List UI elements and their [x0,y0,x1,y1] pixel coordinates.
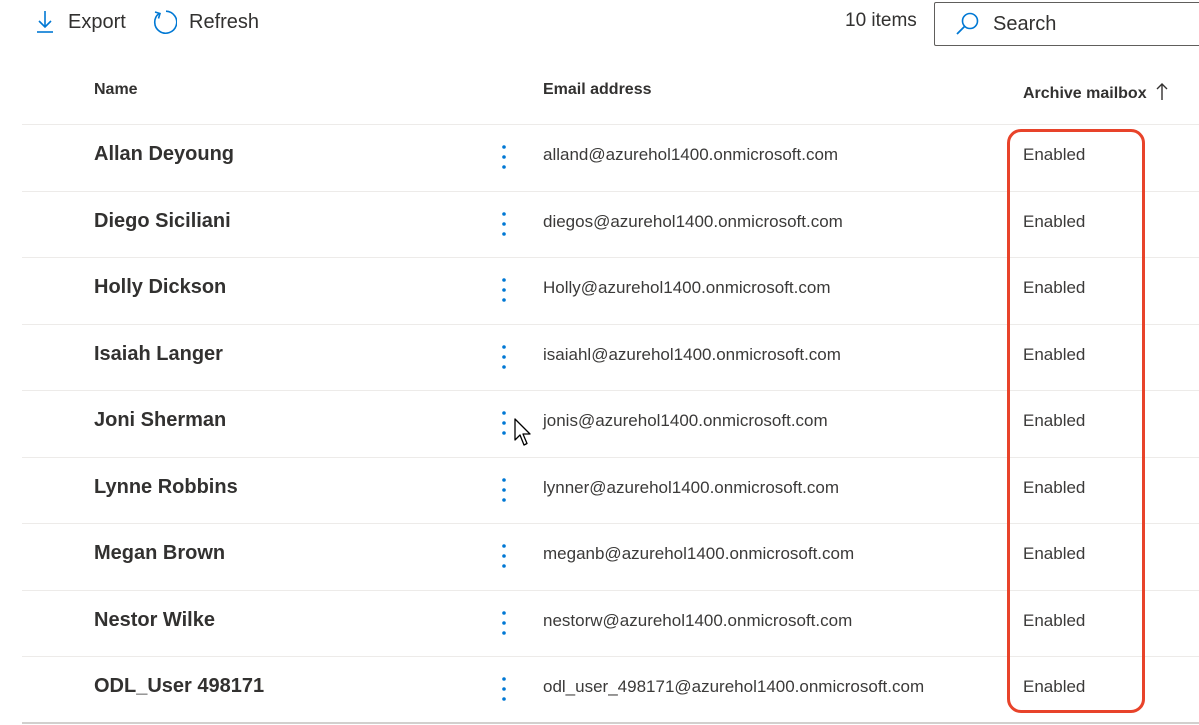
user-name[interactable]: Holly Dickson [94,276,226,299]
archive-status: Enabled [1023,145,1086,164]
search-box[interactable] [934,2,1199,46]
email-address: lynner@azurehol1400.onmicrosoft.com [543,477,840,497]
email-address: nestorw@azurehol1400.onmicrosoft.com [543,610,853,630]
more-vertical-icon [501,477,507,503]
column-header-archive[interactable]: Archive mailbox [1023,81,1169,106]
table-header: Name Email address Archive mailbox [22,60,1199,125]
archive-status: Enabled [1023,344,1086,364]
user-name[interactable]: Megan Brown [94,542,225,565]
column-header-email[interactable]: Email address [543,81,652,99]
table-row[interactable]: Allan Deyoung alland@azurehol1400.onmicro… [22,125,1199,192]
sort-ascending-icon [1155,81,1169,106]
more-options-button[interactable] [492,608,516,638]
user-name[interactable]: Lynne Robbins [94,476,238,499]
more-vertical-icon [501,144,507,170]
table-row[interactable]: Nestor Wilke nestorw@azurehol1400.onmicro… [22,591,1199,657]
user-name[interactable]: Joni Sherman [94,409,226,432]
more-options-button[interactable] [492,142,516,172]
email-address: Holly@azurehol1400.onmicrosoft.com [543,278,831,297]
table-row[interactable]: Holly Dickson Holly@azurehol1400.onmicros… [22,258,1199,325]
more-options-button[interactable] [492,475,516,505]
refresh-icon [151,9,177,35]
archive-status: Enabled [1023,610,1086,630]
more-vertical-icon [501,610,507,636]
more-options-button[interactable] [492,209,516,239]
user-name[interactable]: Allan Deyoung [94,143,234,166]
download-arrow-icon [34,9,56,35]
email-address: isaiahl@azurehol1400.onmicrosoft.com [543,344,841,364]
column-header-archive-label: Archive mailbox [1023,84,1147,102]
more-vertical-icon [501,410,507,436]
email-address: meganb@azurehol1400.onmicrosoft.com [543,544,855,563]
command-bar: Export Refresh 10 items [0,0,1199,50]
export-button[interactable]: Export [34,6,126,38]
more-vertical-icon [501,344,507,370]
archive-status: Enabled [1023,278,1086,297]
archive-status: Enabled [1023,411,1086,430]
table-row[interactable]: Diego Siciliani diegos@azurehol1400.onmic… [22,192,1199,258]
more-options-button[interactable] [492,342,516,372]
user-name[interactable]: Nestor Wilke [94,609,215,632]
table-row[interactable]: Megan Brown meganb@azurehol1400.onmicroso… [22,524,1199,591]
more-vertical-icon [501,211,507,237]
export-label: Export [68,10,126,33]
table-row[interactable]: Lynne Robbins lynner@azurehol1400.onmicro… [22,458,1199,524]
archive-status: Enabled [1023,477,1086,497]
more-vertical-icon [501,543,507,569]
user-name[interactable]: Isaiah Langer [94,343,223,366]
table-body: Allan Deyoung alland@azurehol1400.onmicro… [22,125,1199,724]
table-row[interactable]: Isaiah Langer isaiahl@azurehol1400.onmicr… [22,325,1199,391]
more-options-button[interactable] [492,674,516,704]
more-vertical-icon [501,277,507,303]
refresh-button[interactable]: Refresh [151,6,259,38]
user-name[interactable]: Diego Siciliani [94,210,231,233]
more-options-button[interactable] [492,408,516,438]
search-icon [955,11,981,37]
table-row[interactable]: ODL_User 498171 odl_user_498171@azurehol1… [22,657,1199,724]
email-address: alland@azurehol1400.onmicrosoft.com [543,145,839,164]
archive-status: Enabled [1023,677,1086,696]
email-address: jonis@azurehol1400.onmicrosoft.com [543,411,828,430]
more-vertical-icon [501,676,507,702]
email-address: odl_user_498171@azurehol1400.onmicrosoft… [543,677,925,696]
table-row[interactable]: Joni Sherman jonis@azurehol1400.onmicroso… [22,391,1199,458]
archive-status: Enabled [1023,211,1086,231]
items-count: 10 items [845,10,917,31]
email-address: diegos@azurehol1400.onmicrosoft.com [543,211,843,231]
search-input[interactable] [991,11,1195,37]
more-options-button[interactable] [492,541,516,571]
more-options-button[interactable] [492,275,516,305]
archive-status: Enabled [1023,544,1086,563]
refresh-label: Refresh [189,10,260,33]
user-name[interactable]: ODL_User 498171 [94,675,264,698]
column-header-name[interactable]: Name [94,81,138,99]
